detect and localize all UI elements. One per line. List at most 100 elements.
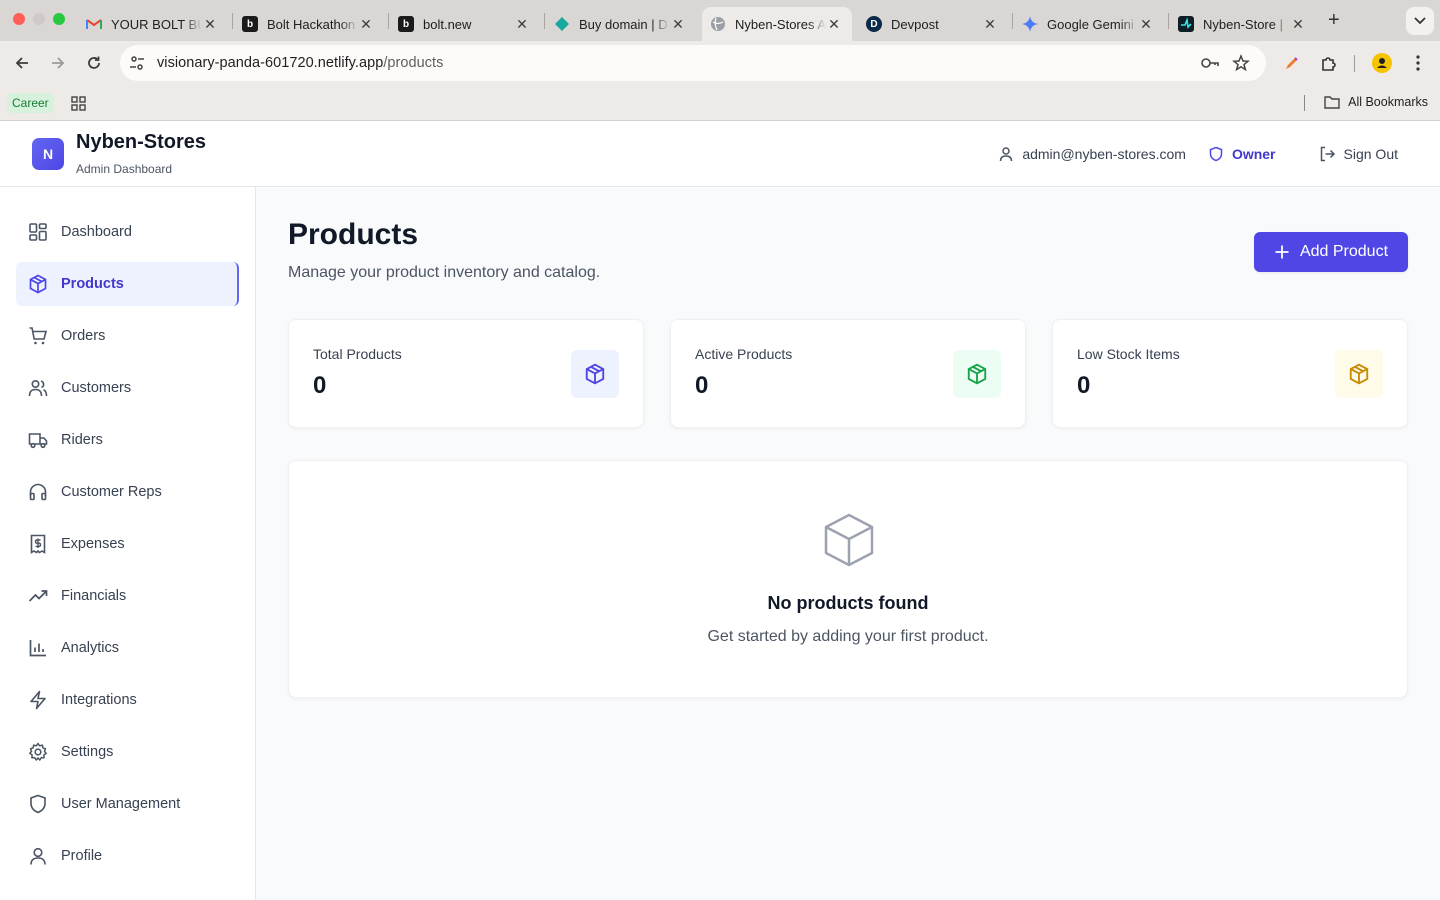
browser-menu-button[interactable] <box>1407 52 1429 74</box>
sidebar-item-settings[interactable]: Settings <box>16 730 239 774</box>
address-bar[interactable]: visionary-panda-601720.netlify.app/produ… <box>120 45 1266 81</box>
users-icon <box>28 379 48 397</box>
user-email: admin@nyben-stores.com <box>998 146 1186 162</box>
close-tab-icon[interactable]: ✕ <box>826 16 842 33</box>
folder-icon <box>1324 96 1340 109</box>
url-host: visionary-panda-601720.netlify.app <box>157 55 384 71</box>
sidebar-item-label: Financials <box>61 588 127 604</box>
sidebar-item-label: User Management <box>61 796 181 812</box>
close-window-button[interactable] <box>13 13 25 25</box>
reload-button[interactable] <box>83 52 105 74</box>
tab-title: bolt.new <box>423 16 472 32</box>
password-key-icon[interactable] <box>1200 55 1220 76</box>
sidebar-item-profile[interactable]: Profile <box>16 834 239 878</box>
sidebar-item-customers[interactable]: Customers <box>16 366 239 410</box>
stat-label: Low Stock Items <box>1077 346 1180 362</box>
browser-tab[interactable]: D Devpost ✕ <box>858 7 1008 41</box>
zap-icon <box>30 690 46 710</box>
extension-pen-button[interactable] <box>1281 52 1303 74</box>
sidebar-item-user-management[interactable]: User Management <box>16 782 239 826</box>
browser-tab-active[interactable]: Nyben-Stores A ✕ <box>702 7 852 41</box>
close-tab-icon[interactable]: ✕ <box>982 16 998 33</box>
sidebar-item-customer-reps[interactable]: Customer Reps <box>16 470 239 514</box>
browser-tab[interactable]: Google Gemini ✕ <box>1014 7 1164 41</box>
apps-grid-icon[interactable] <box>71 96 86 116</box>
stat-card-active-products: Active Products 0 <box>670 319 1026 428</box>
package-icon <box>1335 350 1383 398</box>
bolt-b-icon: b <box>398 16 414 32</box>
tab-search-button[interactable] <box>1406 7 1434 35</box>
bolt-b-icon: b <box>242 16 258 32</box>
role-text: Owner <box>1231 146 1276 162</box>
sidebar-item-label: Orders <box>61 328 106 344</box>
puzzle-icon <box>1322 57 1336 71</box>
sidebar-item-label: Profile <box>61 848 103 864</box>
main-content: Products Manage your product inventory a… <box>256 187 1440 900</box>
browser-tab[interactable]: YOUR BOLT BU ✕ <box>78 7 228 41</box>
close-tab-icon[interactable]: ✕ <box>514 16 530 33</box>
minimize-window-button[interactable] <box>33 13 45 25</box>
close-tab-icon[interactable]: ✕ <box>202 16 218 33</box>
sidebar-item-label: Settings <box>61 744 114 760</box>
forward-button[interactable] <box>47 52 69 74</box>
browser-tab[interactable]: Nyben-Store | ✕ <box>1170 7 1316 41</box>
sidebar-item-label: Customer Reps <box>61 484 162 500</box>
close-tab-icon[interactable]: ✕ <box>358 16 374 33</box>
url-path: /products <box>383 55 444 71</box>
extensions-button[interactable] <box>1318 52 1340 74</box>
globe-icon <box>710 16 726 32</box>
stat-card-total-products: Total Products 0 <box>288 319 644 428</box>
devpost-icon: D <box>866 16 882 32</box>
profile-avatar-button[interactable] <box>1371 52 1393 74</box>
browser-tab[interactable]: b Bolt Hackathon ✕ <box>234 7 384 41</box>
back-button[interactable] <box>11 52 33 74</box>
tab-title: Nyben-Stores A <box>735 16 826 32</box>
sidebar-item-analytics[interactable]: Analytics <box>16 626 239 670</box>
pen-icon <box>1286 57 1298 69</box>
url-text[interactable]: visionary-panda-601720.netlify.app/produ… <box>157 55 443 71</box>
receipt-icon <box>30 534 46 554</box>
maximize-window-button[interactable] <box>53 13 65 25</box>
close-tab-icon[interactable]: ✕ <box>670 16 686 33</box>
browser-tab[interactable]: b bolt.new ✕ <box>390 7 540 41</box>
gmail-icon <box>86 16 102 32</box>
site-info-icon[interactable] <box>128 54 146 77</box>
sidebar-item-financials[interactable]: Financials <box>16 574 239 618</box>
netlify-icon <box>1178 16 1194 32</box>
sidebar-item-integrations[interactable]: Integrations <box>16 678 239 722</box>
stat-value: 0 <box>695 372 709 399</box>
bookmark-star-icon[interactable] <box>1232 53 1250 77</box>
avatar-icon <box>1372 53 1392 73</box>
reload-icon <box>88 56 100 69</box>
gear-icon <box>29 742 47 761</box>
log-out-icon <box>1320 146 1335 162</box>
user-icon <box>1000 147 1013 162</box>
browser-tab[interactable]: Buy domain | D ✕ <box>546 7 696 41</box>
close-tab-icon[interactable]: ✕ <box>1290 16 1306 33</box>
sign-out-button[interactable]: Sign Out <box>1318 145 1398 163</box>
sidebar-item-expenses[interactable]: Expenses <box>16 522 239 566</box>
close-tab-icon[interactable]: ✕ <box>1138 16 1154 33</box>
stat-label: Active Products <box>695 346 793 362</box>
sidebar-item-dashboard[interactable]: Dashboard <box>16 210 239 254</box>
bookmark-career[interactable]: Career <box>7 93 54 113</box>
bar-chart-icon <box>29 640 46 657</box>
more-vertical-icon <box>1416 55 1420 71</box>
stat-value: 0 <box>1077 372 1091 399</box>
all-bookmarks-button[interactable]: All Bookmarks <box>1324 95 1428 109</box>
sidebar-item-orders[interactable]: Orders <box>16 314 239 358</box>
empty-state-subtitle: Get started by adding your first product… <box>707 628 989 645</box>
page-title: Products <box>288 218 419 251</box>
sidebar-item-label: Riders <box>61 432 103 448</box>
tab-title: YOUR BOLT BU <box>111 16 202 32</box>
shield-icon <box>1209 146 1223 162</box>
sidebar-item-label: Integrations <box>61 692 137 708</box>
user-icon <box>30 847 46 865</box>
new-tab-button[interactable]: + <box>1328 10 1340 30</box>
sidebar-item-riders[interactable]: Riders <box>16 418 239 462</box>
truck-icon <box>28 433 48 449</box>
tab-title: Google Gemini <box>1047 16 1134 32</box>
add-product-button[interactable]: Add Product <box>1254 232 1408 272</box>
sidebar-item-products[interactable]: Products <box>16 262 239 306</box>
trending-up-icon <box>28 590 48 602</box>
